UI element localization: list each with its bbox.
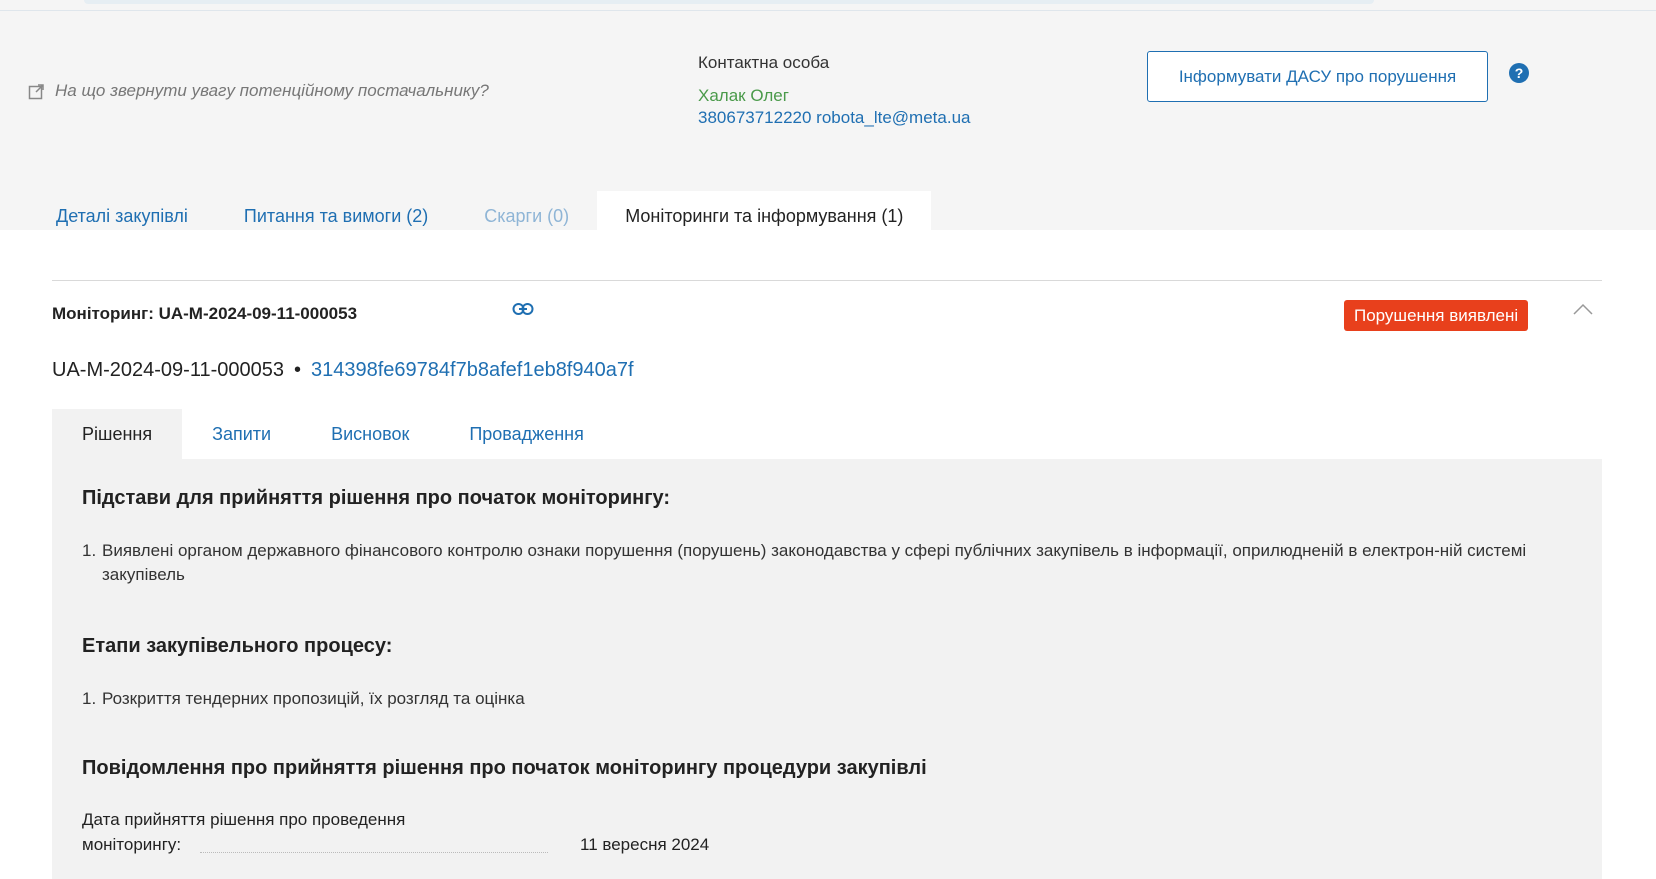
status-badge: Порушення виявлені xyxy=(1344,300,1529,331)
monitoring-title: Моніторинг: UA-M-2024-09-11-000053 xyxy=(52,304,358,323)
stages-heading: Етапи закупівельного процесу: xyxy=(82,635,393,657)
help-icon[interactable]: ? xyxy=(1509,63,1529,83)
decision-date-label-line1: Дата прийняття рішення про проведення xyxy=(82,810,406,829)
grounds-heading: Підстави для прийняття рішення про почат… xyxy=(82,487,671,509)
contact-person-details[interactable]: 380673712220 robota_lte@meta.ua xyxy=(698,108,970,128)
external-link-icon xyxy=(28,83,44,99)
inform-dasu-button[interactable]: Інформувати ДАСУ про порушення xyxy=(1147,51,1488,102)
notice-heading: Повідомлення про прийняття рішення про п… xyxy=(82,757,927,779)
monitoring-id-line: UA-M-2024-09-11-000053 • 314398fe69784f7… xyxy=(52,359,634,382)
link-icon[interactable] xyxy=(512,302,534,316)
contact-person-name: Халак Олег xyxy=(698,86,789,105)
chevron-up-icon[interactable] xyxy=(1572,302,1594,316)
list-item-number: 1. xyxy=(82,541,97,560)
subtab-requests[interactable]: Запити xyxy=(182,409,301,459)
list-item-text: Розкриття тендерних пропозицій, їх розгл… xyxy=(102,689,525,708)
tab-procurement-details[interactable]: Деталі закупівлі xyxy=(28,191,216,241)
decision-date-label: Дата прийняття рішення про проведення мо… xyxy=(82,807,472,857)
grounds-list-item: 1. Виявлені органом державного фінансово… xyxy=(82,539,1562,587)
top-strip xyxy=(0,0,1656,11)
decision-date-row: Дата прийняття рішення про проведення мо… xyxy=(82,807,722,857)
monitoring-subtabs: Рішення Запити Висновок Провадження xyxy=(52,409,614,459)
subtab-proceedings[interactable]: Провадження xyxy=(439,409,614,459)
decision-panel: Підстави для прийняття рішення про почат… xyxy=(52,459,1602,879)
stages-list-item: 1. Розкриття тендерних пропозицій, їх ро… xyxy=(82,687,1562,711)
list-item-number: 1. xyxy=(82,689,97,708)
subtab-decision[interactable]: Рішення xyxy=(52,409,183,459)
tab-monitorings[interactable]: Моніторинги та інформування (1) xyxy=(597,191,932,241)
tender-tabs: Деталі закупівлі Питання та вимоги (2) С… xyxy=(28,191,932,241)
tab-complaints[interactable]: Скарги (0) xyxy=(456,191,597,241)
tab-questions-requirements[interactable]: Питання та вимоги (2) xyxy=(216,191,456,241)
section-divider xyxy=(52,280,1602,281)
decision-date-label-line2: моніторингу: xyxy=(82,835,182,854)
list-item-text: Виявлені органом державного фінансового … xyxy=(102,541,1527,584)
supplier-hint-text: На що звернути увагу потенційному постач… xyxy=(55,81,489,100)
tender-header: На що звернути увагу потенційному постач… xyxy=(0,11,1656,241)
monitoring-id: UA-M-2024-09-11-000053 xyxy=(52,359,284,381)
supplier-hint-link[interactable]: На що звернути увагу потенційному постач… xyxy=(28,81,489,101)
decision-date-value: 11 вересня 2024 xyxy=(580,835,710,854)
top-strip-bar xyxy=(84,0,1374,4)
separator-dot: • xyxy=(293,359,301,381)
contact-person-label: Контактна особа xyxy=(698,53,830,72)
subtab-conclusion[interactable]: Висновок xyxy=(301,409,439,459)
monitoring-hash-link[interactable]: 314398fe69784f7b8afef1eb8f940a7f xyxy=(311,359,634,382)
dotted-leader xyxy=(200,852,548,853)
